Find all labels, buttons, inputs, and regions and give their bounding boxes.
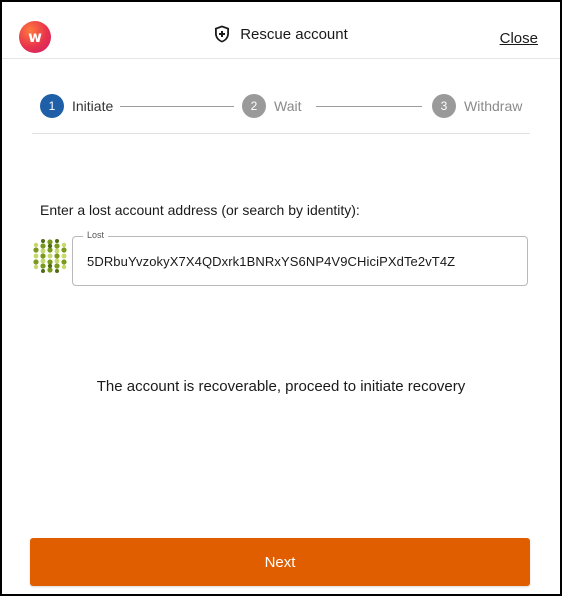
step-number: 1	[40, 94, 64, 118]
step-connector	[120, 106, 234, 107]
title-group: Rescue account	[2, 25, 560, 43]
identicon-icon	[33, 239, 67, 273]
next-button[interactable]: Next	[30, 538, 530, 586]
step-label: Withdraw	[464, 98, 523, 114]
recovery-status-message: The account is recoverable, proceed to i…	[96, 378, 466, 395]
rescue-account-dialog: w Rescue account Close 1 Initiate 2 Wait…	[0, 0, 562, 596]
page-title: Rescue account	[240, 25, 348, 43]
step-number: 2	[242, 94, 266, 118]
step-label: Wait	[274, 98, 302, 114]
field-legend: Lost	[83, 230, 109, 240]
step-number: 3	[432, 94, 456, 118]
step-label: Initiate	[72, 98, 114, 114]
step-initiate: 1 Initiate	[40, 94, 113, 118]
stepper-divider	[32, 133, 530, 134]
lost-address-field[interactable]: Lost 5DRbuYvzokyX7X4QDxrk1BNRxYS6NP4V9CH…	[72, 230, 528, 286]
step-connector	[316, 106, 422, 107]
dialog-header: w Rescue account Close	[2, 2, 560, 59]
step-withdraw: 3 Withdraw	[432, 94, 522, 118]
address-prompt: Enter a lost account address (or search …	[40, 202, 360, 218]
close-link[interactable]: Close	[500, 30, 538, 47]
stepper: 1 Initiate 2 Wait 3 Withdraw	[40, 94, 530, 120]
shield-icon	[215, 25, 230, 43]
lost-address-value[interactable]: 5DRbuYvzokyX7X4QDxrk1BNRxYS6NP4V9CHiciPX…	[87, 254, 455, 269]
step-wait: 2 Wait	[242, 94, 301, 118]
